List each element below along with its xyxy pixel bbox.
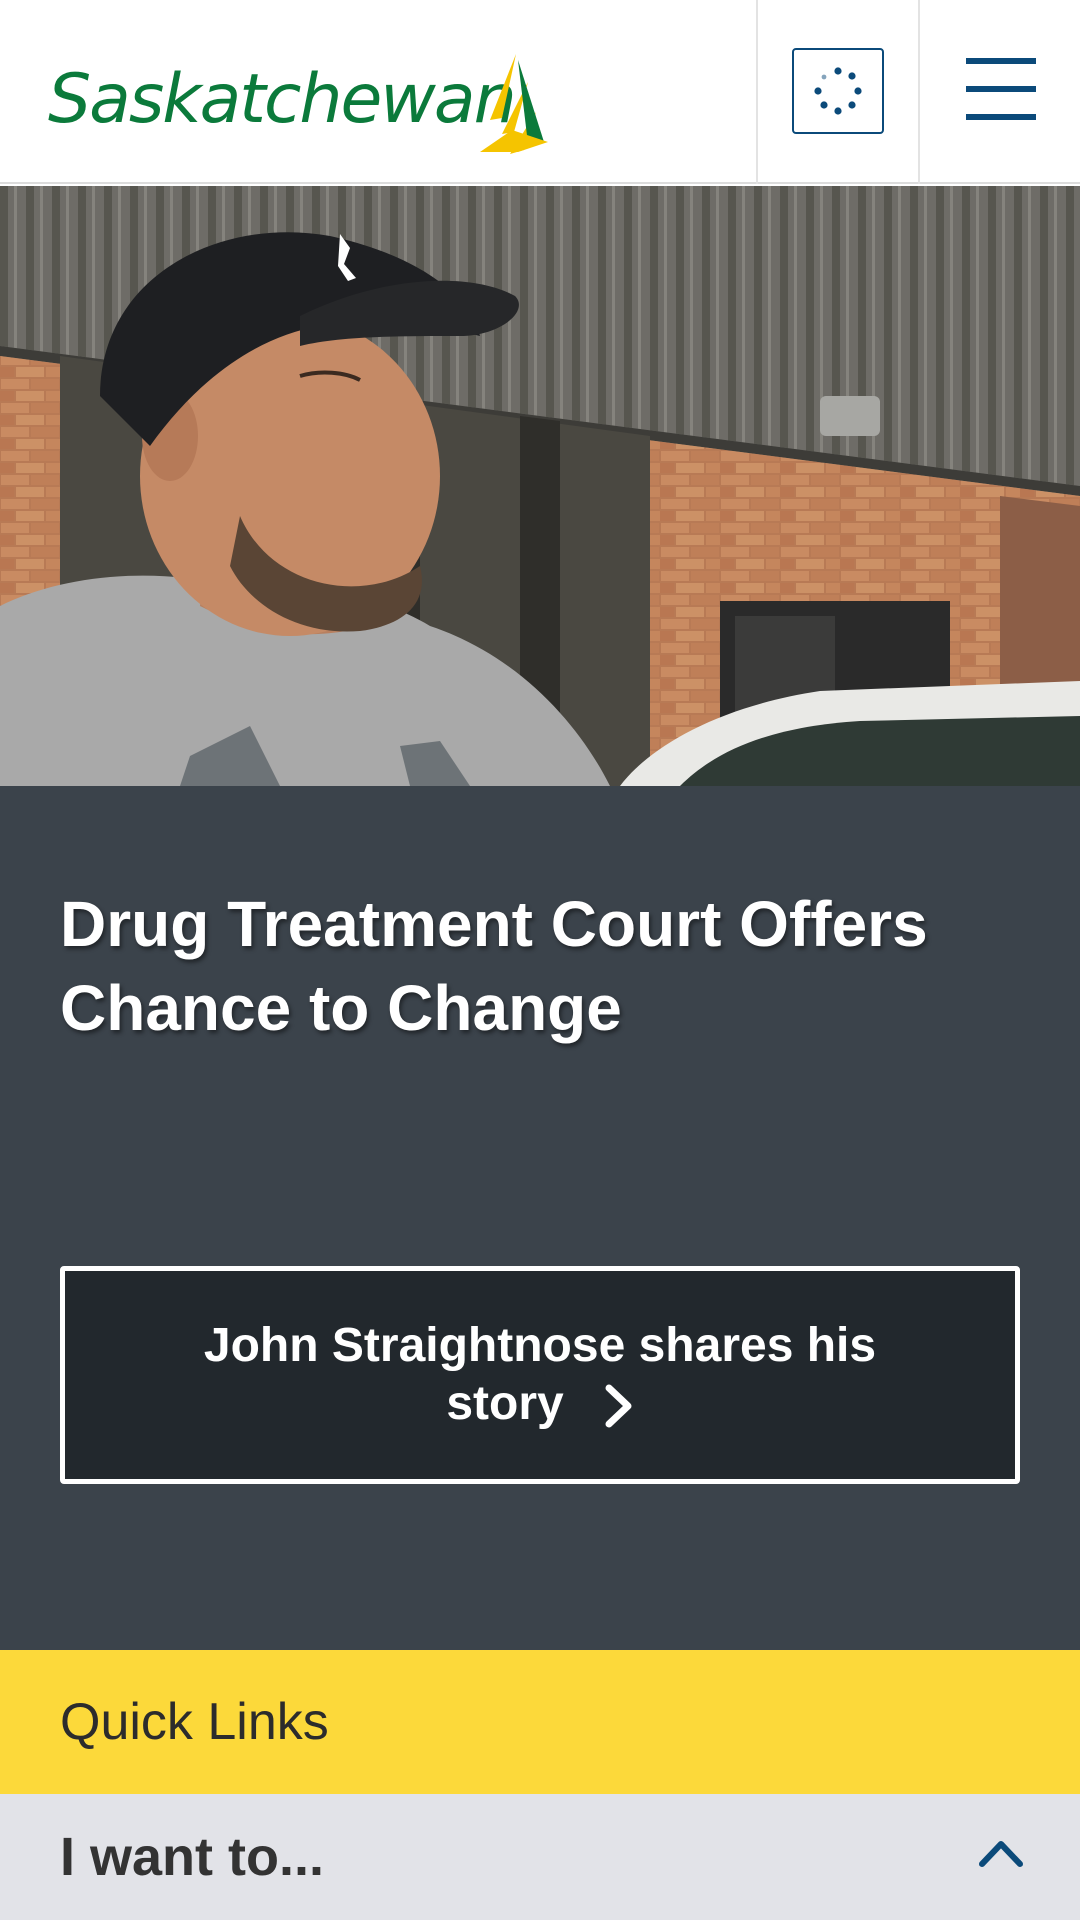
hamburger-menu-button[interactable] bbox=[966, 58, 1036, 120]
hero-image bbox=[0, 186, 1080, 786]
i-want-to-accordion[interactable]: I want to... bbox=[0, 1794, 1080, 1920]
header-divider bbox=[756, 0, 758, 184]
logo-wordmark: Saskatchewan bbox=[48, 60, 517, 139]
feature-panel: Drug Treatment Court Offers Chance to Ch… bbox=[0, 786, 1080, 1650]
page: Saskatchewan Drug Treatment Court Offers… bbox=[0, 0, 1080, 1920]
saskatchewan-logo[interactable]: Saskatchewan bbox=[48, 52, 548, 162]
hamburger-menu-icon bbox=[966, 114, 1036, 120]
i-want-to-label: I want to... bbox=[60, 1827, 324, 1887]
wheat-sheaf-icon bbox=[480, 54, 548, 154]
hamburger-menu-icon bbox=[966, 58, 1036, 64]
chevron-right-icon bbox=[605, 1384, 632, 1428]
header-divider bbox=[918, 0, 920, 184]
quick-links-section: Quick Links bbox=[0, 1650, 1080, 1794]
hamburger-menu-icon bbox=[966, 86, 1036, 92]
story-button[interactable]: John Straightnose shares his story bbox=[60, 1266, 1020, 1484]
hero-photo bbox=[0, 186, 1080, 786]
story-button-label: John Straightnose shares his story bbox=[203, 1319, 877, 1430]
quick-links-title: Quick Links bbox=[60, 1693, 329, 1751]
feature-title: Drug Treatment Court Offers Chance to Ch… bbox=[60, 888, 928, 1044]
accessibility-loader-button[interactable] bbox=[792, 48, 884, 134]
loading-spinner-icon bbox=[814, 67, 862, 115]
site-header: Saskatchewan bbox=[0, 0, 1080, 184]
chevron-up-icon bbox=[979, 1841, 1023, 1867]
